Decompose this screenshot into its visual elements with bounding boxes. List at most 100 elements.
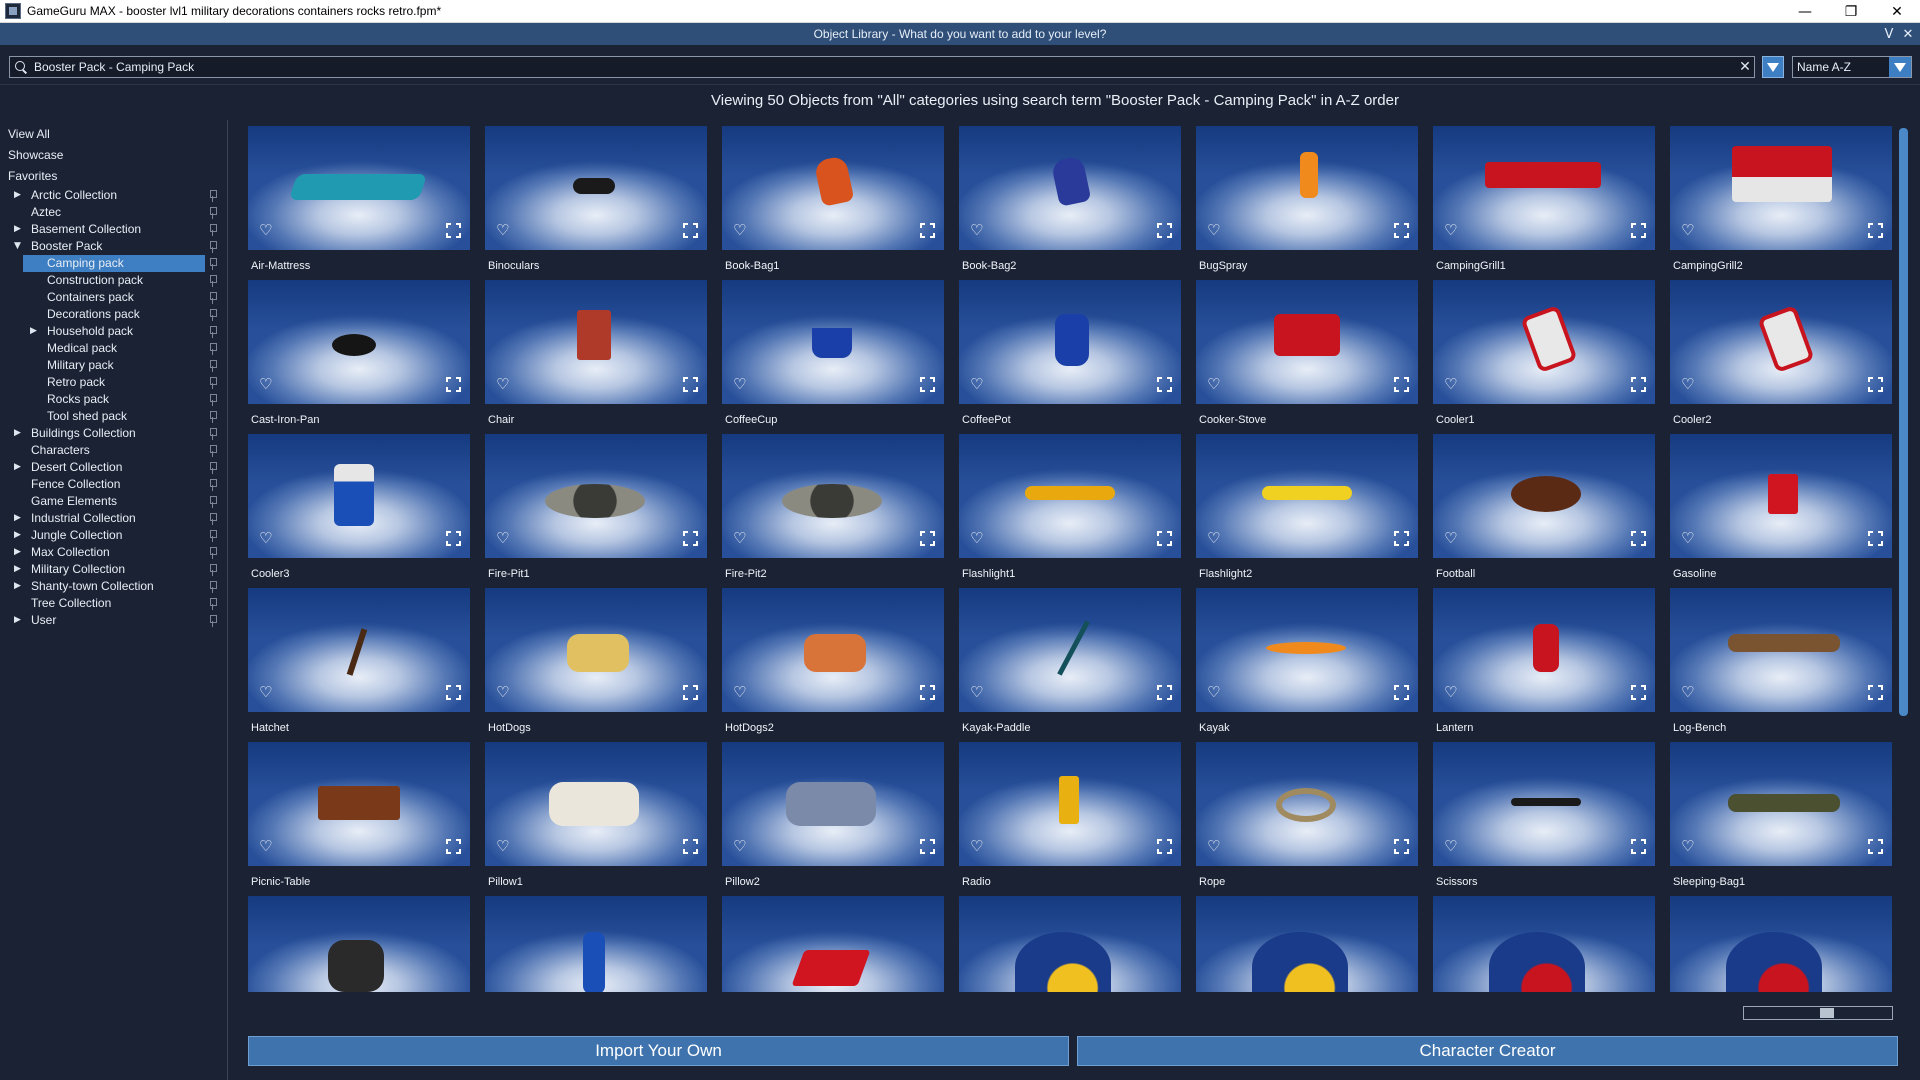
object-tile[interactable]: ♡HotDogs2	[722, 588, 944, 742]
close-panel-button[interactable]: ✕	[1899, 23, 1917, 45]
tree-item[interactable]: Military pack	[0, 357, 227, 374]
favorite-heart-icon[interactable]: ♡	[259, 377, 272, 392]
object-thumbnail[interactable]: ♡	[722, 588, 944, 712]
character-creator-button[interactable]: Character Creator	[1077, 1036, 1898, 1066]
expand-preview-icon[interactable]	[1868, 223, 1883, 238]
object-thumbnail[interactable]: ♡	[485, 742, 707, 866]
object-tile[interactable]: ♡Rope	[1196, 742, 1418, 896]
object-tile[interactable]: ♡Flashlight1	[959, 434, 1181, 588]
collapsed-arrow-icon[interactable]: ▶	[30, 323, 37, 340]
tree-item[interactable]: Decorations pack	[0, 306, 227, 323]
expand-preview-icon[interactable]	[920, 839, 935, 854]
collapsed-arrow-icon[interactable]: ▶	[14, 527, 21, 544]
object-thumbnail[interactable]: ♡	[1196, 280, 1418, 404]
expand-preview-icon[interactable]	[920, 685, 935, 700]
expand-preview-icon[interactable]	[683, 685, 698, 700]
object-tile[interactable]: ♡Cooler3	[248, 434, 470, 588]
sidebar-top-item[interactable]: Showcase	[0, 145, 227, 166]
favorite-heart-icon[interactable]: ♡	[1681, 685, 1694, 700]
object-tile[interactable]: ♡Binoculars	[485, 126, 707, 280]
favorite-heart-icon[interactable]: ♡	[259, 223, 272, 238]
object-thumbnail[interactable]: ♡	[248, 280, 470, 404]
favorite-heart-icon[interactable]: ♡	[1207, 685, 1220, 700]
tree-item[interactable]: ▶User	[0, 612, 227, 629]
object-tile[interactable]: ♡Cooler1	[1433, 280, 1655, 434]
collapsed-arrow-icon[interactable]: ▶	[14, 561, 21, 578]
tree-item[interactable]: Construction pack	[0, 272, 227, 289]
grid-scrollbar-thumb[interactable]	[1899, 128, 1908, 716]
expand-preview-icon[interactable]	[1157, 377, 1172, 392]
expanded-arrow-icon[interactable]: ▼	[14, 238, 21, 255]
object-thumbnail[interactable]: ♡	[1670, 742, 1892, 866]
object-tile[interactable]: ♡BugSpray	[1196, 126, 1418, 280]
expand-preview-icon[interactable]	[446, 223, 461, 238]
object-tile[interactable]: ♡Kayak	[1196, 588, 1418, 742]
object-thumbnail[interactable]: ♡	[1196, 742, 1418, 866]
expand-preview-icon[interactable]	[1868, 531, 1883, 546]
object-thumbnail[interactable]: ♡	[1196, 434, 1418, 558]
collapsed-arrow-icon[interactable]: ▶	[14, 425, 21, 442]
object-thumbnail[interactable]: ♡	[1670, 434, 1892, 558]
pin-icon[interactable]	[209, 394, 216, 406]
pin-icon[interactable]	[209, 207, 216, 219]
collapsed-arrow-icon[interactable]: ▶	[14, 459, 21, 476]
pin-icon[interactable]	[209, 241, 216, 253]
object-thumbnail[interactable]: ♡	[1433, 434, 1655, 558]
pin-icon[interactable]	[209, 326, 216, 338]
expand-preview-icon[interactable]	[1394, 377, 1409, 392]
object-tile[interactable]: ♡	[485, 896, 707, 992]
pin-icon[interactable]	[209, 564, 216, 576]
favorite-heart-icon[interactable]: ♡	[733, 377, 746, 392]
object-thumbnail[interactable]: ♡	[1433, 896, 1655, 992]
object-tile[interactable]: ♡HotDogs	[485, 588, 707, 742]
object-thumbnail[interactable]: ♡	[722, 742, 944, 866]
expand-preview-icon[interactable]	[1631, 685, 1646, 700]
tree-item[interactable]: ▶Jungle Collection	[0, 527, 227, 544]
tree-item[interactable]: Game Elements	[0, 493, 227, 510]
pin-icon[interactable]	[209, 479, 216, 491]
object-tile[interactable]: ♡Pillow1	[485, 742, 707, 896]
favorite-heart-icon[interactable]: ♡	[733, 531, 746, 546]
object-tile[interactable]: ♡CoffeePot	[959, 280, 1181, 434]
expand-preview-icon[interactable]	[1631, 377, 1646, 392]
object-thumbnail[interactable]: ♡	[485, 588, 707, 712]
object-tile[interactable]: ♡	[1670, 896, 1892, 992]
object-thumbnail[interactable]: ♡	[248, 742, 470, 866]
object-tile[interactable]: ♡Sleeping-Bag1	[1670, 742, 1892, 896]
object-tile[interactable]: ♡Kayak-Paddle	[959, 588, 1181, 742]
expand-preview-icon[interactable]	[446, 685, 461, 700]
favorite-heart-icon[interactable]: ♡	[496, 223, 509, 238]
pin-icon[interactable]	[209, 343, 216, 355]
object-thumbnail[interactable]: ♡	[1433, 588, 1655, 712]
object-tile[interactable]: ♡Football	[1433, 434, 1655, 588]
expand-preview-icon[interactable]	[683, 377, 698, 392]
pin-icon[interactable]	[209, 411, 216, 423]
object-tile[interactable]: ♡	[1433, 896, 1655, 992]
object-thumbnail[interactable]: ♡	[959, 280, 1181, 404]
pin-icon[interactable]	[209, 292, 216, 304]
favorite-heart-icon[interactable]: ♡	[733, 839, 746, 854]
expand-preview-icon[interactable]	[920, 531, 935, 546]
search-input[interactable]	[34, 60, 1736, 74]
expand-preview-icon[interactable]	[683, 839, 698, 854]
object-thumbnail[interactable]: ♡	[1196, 588, 1418, 712]
tree-item[interactable]: ▶Military Collection	[0, 561, 227, 578]
object-tile[interactable]: ♡Gasoline	[1670, 434, 1892, 588]
pin-icon[interactable]	[209, 530, 216, 542]
object-tile[interactable]: ♡Radio	[959, 742, 1181, 896]
pin-icon[interactable]	[209, 615, 216, 627]
tree-item[interactable]: ▶Max Collection	[0, 544, 227, 561]
object-thumbnail[interactable]: ♡	[248, 896, 470, 992]
object-tile[interactable]: ♡Cooler2	[1670, 280, 1892, 434]
object-tile[interactable]: ♡Fire-Pit2	[722, 434, 944, 588]
favorite-heart-icon[interactable]: ♡	[259, 839, 272, 854]
expand-preview-icon[interactable]	[1394, 531, 1409, 546]
favorite-heart-icon[interactable]: ♡	[733, 223, 746, 238]
object-tile[interactable]: ♡Lantern	[1433, 588, 1655, 742]
object-tile[interactable]: ♡Cooker-Stove	[1196, 280, 1418, 434]
tree-item[interactable]: Medical pack	[0, 340, 227, 357]
object-tile[interactable]: ♡Hatchet	[248, 588, 470, 742]
tree-item[interactable]: ▶Desert Collection	[0, 459, 227, 476]
sort-select[interactable]: Name A-Z	[1792, 56, 1912, 78]
tree-item[interactable]: ▶Shanty-town Collection	[0, 578, 227, 595]
